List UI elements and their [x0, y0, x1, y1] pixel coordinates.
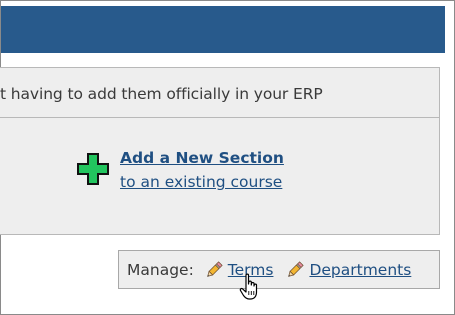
window-frame: t having to add them officially in your … — [0, 0, 455, 315]
add-section-title[interactable]: Add a New Section — [120, 146, 284, 170]
add-section-subtitle[interactable]: to an existing course — [120, 170, 284, 194]
notice-panel: t having to add them officially in your … — [0, 67, 440, 235]
notice-text: t having to add them officially in your … — [0, 85, 323, 103]
pencil-icon — [206, 260, 223, 277]
header-bar — [1, 6, 445, 53]
departments-link-label[interactable]: Departments — [309, 261, 411, 279]
hand-cursor-icon — [239, 273, 258, 300]
panel-divider — [0, 117, 439, 118]
manage-departments-link[interactable]: Departments — [285, 260, 411, 280]
pencil-icon — [288, 260, 305, 277]
manage-box: Manage: Terms Departments — [118, 250, 440, 289]
plus-icon — [77, 153, 109, 185]
add-section-link[interactable]: Add a New Section to an existing course — [76, 146, 284, 194]
manage-label: Manage: — [127, 260, 194, 279]
